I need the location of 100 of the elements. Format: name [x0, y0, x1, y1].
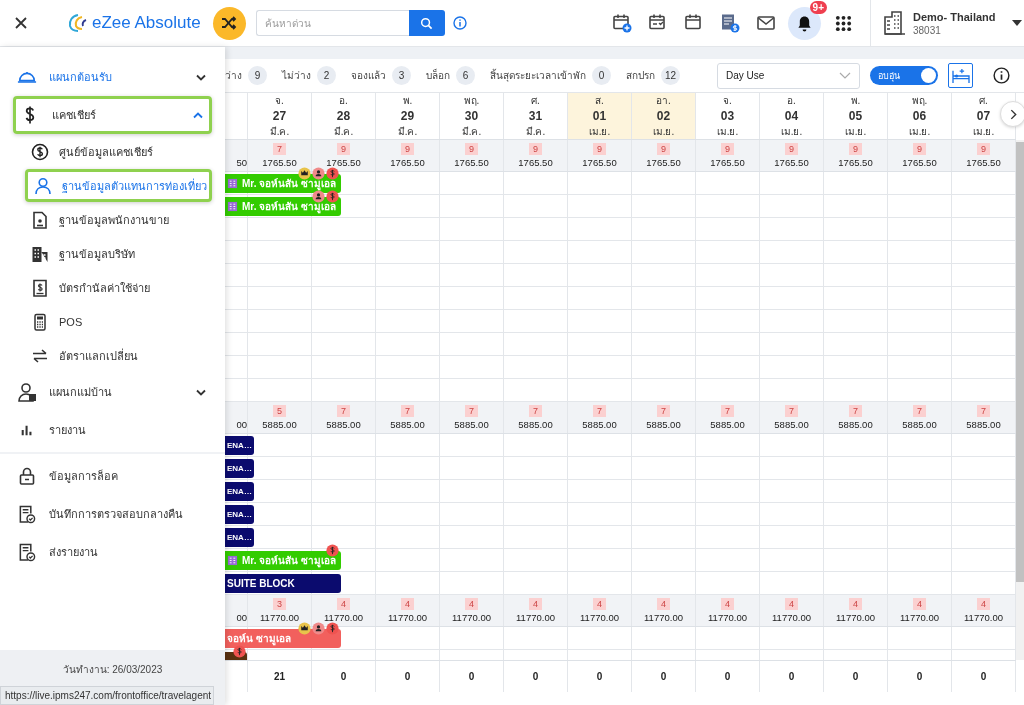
- view-select[interactable]: Day Use: [717, 62, 860, 89]
- rate-value: 1765.50: [710, 157, 745, 168]
- availability-count: 9: [337, 143, 350, 155]
- sidebar-subitem[interactable]: ฐานข้อมูลบริษัท: [25, 237, 212, 270]
- close-icon[interactable]: [14, 16, 28, 30]
- toggle-switch[interactable]: อบอุ่น: [870, 66, 938, 85]
- search-field[interactable]: ค้นหาด่วน: [255, 10, 409, 36]
- apps-grid-icon[interactable]: [835, 14, 852, 32]
- rate-value: 11770.00: [580, 612, 619, 623]
- rate-value: 11770.00: [708, 612, 747, 623]
- calendar-add-icon[interactable]: [612, 13, 632, 33]
- audit-document-icon: [17, 504, 37, 524]
- sidebar-item[interactable]: บันทึกการตรวจสอบกลางคืน: [13, 495, 212, 533]
- booking-bar[interactable]: ENA…: [225, 436, 254, 455]
- stat-label: บล็อก: [426, 68, 450, 83]
- availability-count: 5: [273, 405, 286, 417]
- total-value: 21: [273, 671, 286, 682]
- sidebar-item[interactable]: แคชเชียร์: [13, 96, 212, 134]
- availability-count: 4: [977, 598, 990, 610]
- chevron-down-icon: [839, 72, 851, 79]
- rate-value: 5885.00: [966, 419, 1001, 430]
- sidebar-subitem[interactable]: บัตรกำนัลค่าใช้จ่าย: [25, 271, 212, 304]
- booking-bar[interactable]: ENA…: [225, 528, 254, 547]
- availability-count: 7: [337, 405, 350, 417]
- building-icon: [883, 11, 905, 35]
- chevron-right-icon: [1009, 108, 1017, 120]
- availability-count: 4: [593, 598, 606, 610]
- total-value: 0: [404, 671, 411, 682]
- availability-count: 9: [785, 143, 798, 155]
- dollar-badge-icon: [326, 544, 339, 557]
- rate-value: 50: [236, 157, 247, 168]
- date-header: อ. 28 มี.ค.: [312, 93, 376, 139]
- dollar-badge-icon: [326, 190, 339, 203]
- rate-value: 1765.50: [902, 157, 937, 168]
- office-building-icon: [31, 244, 49, 263]
- total-value: 0: [788, 671, 795, 682]
- sidebar-item[interactable]: ส่งรายงาน: [13, 533, 212, 571]
- stat-count: 2: [317, 66, 336, 85]
- booking-bar[interactable]: ENA…: [225, 505, 254, 524]
- bed-plus-icon: [950, 67, 971, 84]
- stat-label: ว่าง: [225, 69, 242, 83]
- add-bed-button[interactable]: [948, 63, 973, 88]
- person-badge-icon: [312, 167, 325, 180]
- shuffle-button[interactable]: [212, 6, 246, 40]
- date-header: จ. 27 มี.ค.: [248, 93, 312, 139]
- sidebar-subitem[interactable]: ฐานข้อมูลพนักงานขาย: [25, 203, 212, 236]
- next-button[interactable]: [1000, 101, 1024, 127]
- stat-label: ไม่ว่าง: [282, 69, 311, 83]
- caret-icon[interactable]: [1011, 20, 1022, 26]
- booking-bar[interactable]: ENA…: [225, 459, 254, 478]
- rate-value: 00: [236, 612, 247, 623]
- sidebar-subitem[interactable]: อัตราแลกเปลี่ยน: [25, 339, 212, 372]
- stat-label: จองแล้ว: [351, 69, 386, 83]
- report-document-icon: [17, 542, 37, 562]
- info-icon[interactable]: [993, 67, 1010, 84]
- availability-count: 7: [273, 143, 286, 155]
- availability-count: 3: [273, 598, 286, 610]
- chevron-up-icon: [193, 111, 203, 119]
- scrollbar-thumb[interactable]: [1016, 142, 1024, 582]
- total-value: 0: [532, 671, 539, 682]
- sidebar-item[interactable]: ข้อมูลการล็อค: [13, 457, 212, 495]
- sidebar-subitem[interactable]: POS: [25, 305, 212, 338]
- sidebar-item[interactable]: แผนกแม่บ้าน: [13, 373, 212, 411]
- invoice-icon[interactable]: [720, 13, 740, 33]
- date-header: พ. 29 มี.ค.: [376, 93, 440, 139]
- dollar-badge-icon: [326, 622, 339, 635]
- date-header: อา. 02 เม.ย.: [632, 93, 696, 139]
- rate-value: 1765.50: [966, 157, 1001, 168]
- sidebar-subitem[interactable]: ศูนย์ข้อมูลแคชเชียร์: [25, 135, 212, 168]
- rate-value: 5885.00: [710, 419, 745, 430]
- crown-badge-icon: [298, 622, 311, 635]
- date-header: ส. 01 เม.ย.: [568, 93, 632, 139]
- availability-count: 4: [337, 598, 350, 610]
- housekeeper-icon: [17, 382, 37, 402]
- sidebar-item[interactable]: แผนกต้อนรับ: [13, 58, 212, 96]
- total-value: 0: [596, 671, 603, 682]
- search-button[interactable]: [408, 10, 445, 36]
- sidebar-subitem[interactable]: ฐานข้อมูลตัวแทนการท่องเที่ยว: [25, 169, 212, 202]
- availability-count: 4: [785, 598, 798, 610]
- rate-value: 11770.00: [964, 612, 1003, 623]
- rate-value: 1765.50: [390, 157, 425, 168]
- availability-count: 4: [529, 598, 542, 610]
- rate-value: 1765.50: [262, 157, 297, 168]
- rate-value: 5885.00: [838, 419, 873, 430]
- notification-count: 9+: [809, 0, 827, 14]
- mail-icon[interactable]: [756, 13, 776, 33]
- availability-count: 4: [721, 598, 734, 610]
- rate-value: 1765.50: [454, 157, 489, 168]
- availability-count: 9: [913, 143, 926, 155]
- rate-value: 1765.50: [518, 157, 553, 168]
- date-header: พ. 05 เม.ย.: [824, 93, 888, 139]
- booking-bar[interactable]: ENA…: [225, 482, 254, 501]
- availability-count: 7: [849, 405, 862, 417]
- booking-bar[interactable]: SUITE BLOCK: [225, 574, 341, 593]
- sidebar-item[interactable]: รายงาน: [13, 411, 212, 449]
- property-name: Demo- Thailand: [913, 10, 996, 23]
- availability-count: 7: [657, 405, 670, 417]
- availability-count: 9: [721, 143, 734, 155]
- person-badge-icon: [312, 190, 325, 203]
- voucher-icon: [31, 278, 49, 297]
